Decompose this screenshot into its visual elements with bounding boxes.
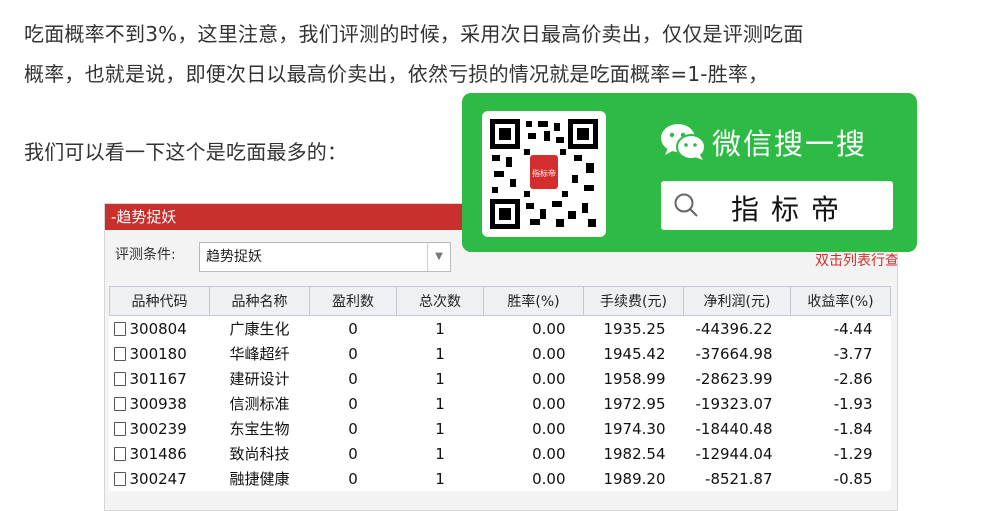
cell-winrate: 0.00 (532, 469, 566, 488)
qr-code[interactable]: 指标帝 (482, 111, 606, 237)
wechat-title: 微信搜一搜 (712, 127, 868, 161)
cell-fee: 1945.42 (603, 344, 666, 363)
article-paragraph-1: 吃面概率不到3%，这里注意，我们评测的时候，采用次日最高价卖出，仅仅是评测吃面 (24, 22, 804, 46)
cell-name: 信测标准 (229, 395, 290, 413)
cell-fee: 1982.54 (603, 444, 666, 463)
cell-fee: 1972.95 (603, 394, 666, 413)
cell-name: 东宝生物 (229, 420, 290, 438)
condition-label: 评测条件: (115, 247, 176, 263)
cell-total: 1 (435, 344, 445, 363)
cell-profit: -37664.98 (695, 344, 773, 363)
qr-badge: 指标帝 (532, 168, 556, 178)
search-icon (674, 193, 698, 217)
cell-profit: -8521.87 (705, 469, 773, 488)
cell-profit: -19323.07 (695, 394, 773, 413)
table-row[interactable]: 300180 华峰超纤 0 1 0.00 1945.42 -37664.98 -… (110, 341, 891, 366)
cell-wins: 0 (348, 319, 358, 338)
cell-fee: 1974.30 (603, 419, 666, 438)
cell-return: -4.44 (833, 319, 873, 338)
document-icon (113, 446, 126, 461)
cell-code: 300180 (129, 344, 187, 363)
col-header-profit[interactable]: 净利润(元) (683, 286, 791, 316)
table-row[interactable]: 300247 融捷健康 0 1 0.00 1989.20 -8521.87 -0… (110, 466, 891, 491)
wechat-search-card[interactable]: 指标帝 微信搜一搜 指标帝 (462, 93, 917, 252)
table-row[interactable]: 300938 信测标准 0 1 0.00 1972.95 -19323.07 -… (110, 391, 891, 416)
cell-code: 300804 (129, 319, 187, 338)
document-icon (113, 421, 126, 436)
cell-winrate: 0.00 (532, 419, 566, 438)
cell-code: 300938 (129, 394, 187, 413)
document-icon (113, 471, 126, 486)
cell-wins: 0 (348, 469, 358, 488)
table-row[interactable]: 301486 致尚科技 0 1 0.00 1982.54 -12944.04 -… (110, 441, 891, 466)
cell-profit: -28623.99 (695, 369, 773, 388)
cell-return: -1.93 (833, 394, 873, 413)
cell-profit: -12944.04 (695, 444, 773, 463)
cell-fee: 1935.25 (603, 319, 666, 338)
double-click-hint: 双击列表行查 (815, 253, 898, 269)
condition-value: 趋势捉妖 (206, 249, 262, 265)
cell-name: 融捷健康 (229, 470, 290, 488)
cell-code: 301486 (129, 444, 187, 463)
cell-wins: 0 (348, 369, 358, 388)
table-row[interactable]: 300239 东宝生物 0 1 0.00 1974.30 -18440.48 -… (110, 416, 891, 441)
article-paragraph-2: 概率，也就是说，即便次日以最高价卖出，依然亏损的情况就是吃面概率=1-胜率， (24, 62, 769, 86)
document-icon (113, 346, 126, 361)
cell-profit: -44396.22 (695, 319, 773, 338)
cell-wins: 0 (348, 394, 358, 413)
wechat-search-box[interactable]: 指标帝 (661, 181, 893, 230)
cell-winrate: 0.00 (532, 444, 566, 463)
cell-return: -0.85 (833, 469, 873, 488)
cell-total: 1 (435, 369, 445, 388)
cell-code: 301167 (129, 369, 187, 388)
cell-winrate: 0.00 (532, 319, 566, 338)
cell-winrate: 0.00 (532, 369, 566, 388)
article-paragraph-3: 我们可以看一下这个是吃面最多的： (24, 140, 348, 164)
cell-wins: 0 (348, 444, 358, 463)
table-row[interactable]: 301167 建研设计 0 1 0.00 1958.99 -28623.99 -… (110, 366, 891, 391)
cell-name: 建研设计 (229, 370, 290, 388)
cell-fee: 1989.20 (603, 469, 666, 488)
chevron-down-icon[interactable]: ▼ (427, 243, 450, 271)
document-icon (113, 321, 126, 336)
cell-winrate: 0.00 (532, 344, 566, 363)
table-row[interactable]: 300804 广康生化 0 1 0.00 1935.25 -44396.22 -… (110, 316, 891, 342)
cell-return: -3.77 (833, 344, 873, 363)
col-header-total[interactable]: 总次数 (396, 286, 484, 316)
cell-total: 1 (435, 419, 445, 438)
cell-wins: 0 (348, 419, 358, 438)
condition-select[interactable]: 趋势捉妖 ▼ (199, 242, 451, 272)
document-icon (113, 371, 126, 386)
cell-return: -1.29 (833, 444, 873, 463)
cell-total: 1 (435, 394, 445, 413)
col-header-return[interactable]: 收益率(%) (790, 286, 891, 316)
cell-fee: 1958.99 (603, 369, 666, 388)
table-header-row: 品种代码 品种名称 盈利数 总次数 胜率(%) 手续费(元) 净利润(元) 收益… (109, 286, 891, 316)
cell-code: 300239 (129, 419, 187, 438)
cell-total: 1 (435, 444, 445, 463)
cell-wins: 0 (348, 344, 358, 363)
col-header-fee[interactable]: 手续费(元) (583, 286, 684, 316)
cell-winrate: 0.00 (532, 394, 566, 413)
cell-total: 1 (435, 319, 445, 338)
cell-return: -1.84 (833, 419, 873, 438)
cell-return: -2.86 (833, 369, 873, 388)
col-header-wins[interactable]: 盈利数 (309, 286, 397, 316)
col-header-winrate[interactable]: 胜率(%) (483, 286, 584, 316)
col-header-code[interactable]: 品种代码 (109, 286, 210, 316)
cell-code: 300247 (129, 469, 187, 488)
cell-profit: -18440.48 (695, 419, 773, 438)
cell-name: 致尚科技 (229, 445, 290, 463)
col-header-name[interactable]: 品种名称 (209, 286, 310, 316)
document-icon (113, 396, 126, 411)
wechat-search-text: 指标帝 (731, 193, 852, 226)
cell-name: 广康生化 (229, 320, 290, 338)
cell-name: 华峰超纤 (229, 345, 290, 363)
results-table: 品种代码 品种名称 盈利数 总次数 胜率(%) 手续费(元) 净利润(元) 收益… (109, 286, 891, 491)
cell-total: 1 (435, 469, 445, 488)
